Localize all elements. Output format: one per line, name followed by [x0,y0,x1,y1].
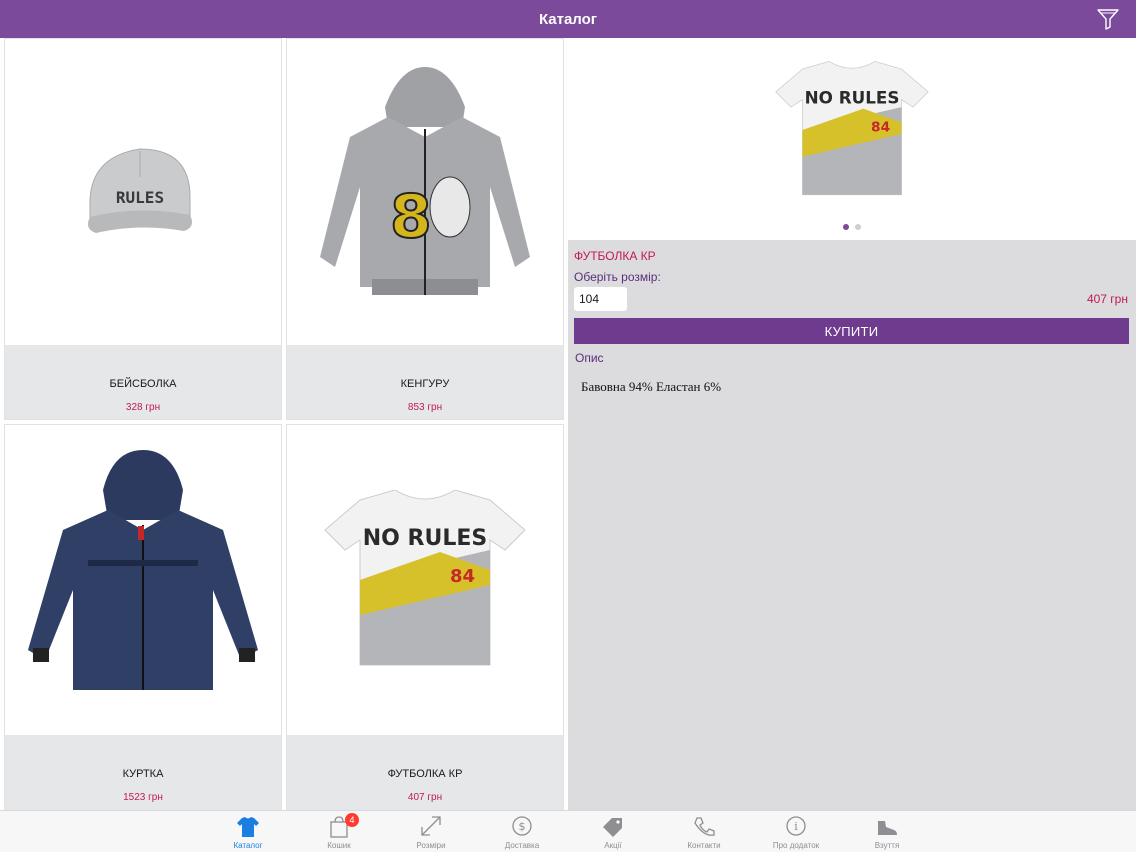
tab-cart[interactable]: 4 Кошик [304,811,374,853]
tab-contacts[interactable]: Контакти [669,811,739,853]
info-icon: i [786,816,806,836]
svg-text:8: 8 [390,182,432,252]
svg-text:NO RULES: NO RULES [805,87,900,107]
phone-icon [694,817,715,836]
tab-bar: Каталог 4 Кошик Розміри $ Доставка Акції… [0,810,1136,852]
delivery-icon: $ [512,816,532,836]
detail-price: 407 грн [1086,292,1128,306]
size-label: Оберіть розмір: [574,270,661,284]
tab-catalog[interactable]: Каталог [213,811,283,853]
tab-label: Про додаток [772,841,820,850]
resize-icon [421,816,441,836]
product-detail-panel: NO RULES 84 ФУТБОЛКА КР Оберіть розмір: … [568,38,1136,810]
tab-promotions[interactable]: Акції [578,811,648,853]
tab-delivery[interactable]: $ Доставка [487,811,557,853]
svg-text:NO RULES: NO RULES [363,526,487,551]
tab-shoes[interactable]: Взуття [852,811,922,853]
product-image: 8 [287,39,563,345]
product-price: 1523 грн [123,792,163,803]
product-card[interactable]: NO RULES 84 ФУТБОЛКА КР 407 грн [286,424,564,811]
product-image: NO RULES 84 [287,425,563,735]
product-info: ФУТБОЛКА КР 407 грн [287,735,563,811]
filter-icon[interactable] [1096,7,1120,31]
product-price: 407 грн [407,792,443,803]
product-info: КУРТКА 1523 грн [5,735,281,811]
product-grid: RULES БЕЙСБОЛКА 328 грн 8 КЕНГУРУ 853 гр… [0,38,566,811]
image-pager[interactable] [568,224,1136,230]
product-name: БЕЙСБОЛКА [109,378,177,390]
tab-sizes[interactable]: Розміри [396,811,466,853]
tab-label: Розміри [416,841,446,850]
tab-label: Кошик [327,841,351,850]
cart-badge: 4 [345,813,359,827]
buy-button[interactable]: КУПИТИ [574,318,1129,344]
tab-about[interactable]: i Про додаток [761,811,831,853]
product-card[interactable]: КУРТКА 1523 грн [4,424,282,811]
svg-text:RULES: RULES [116,188,164,207]
product-name: КЕНГУРУ [400,378,450,390]
navigation-bar: Каталог [0,0,1136,38]
product-name: ФУТБОЛКА КР [387,768,463,780]
product-card[interactable]: 8 КЕНГУРУ 853 грн [286,38,564,420]
page-title: Каталог [538,10,598,28]
tab-label: Контакти [687,841,721,850]
tab-label: Взуття [874,841,900,850]
product-card[interactable]: RULES БЕЙСБОЛКА 328 грн [4,38,282,420]
tab-label: Каталог [233,841,263,850]
tag-icon [603,818,622,837]
shirt-icon [237,817,259,837]
product-image [5,425,281,735]
svg-text:84: 84 [871,120,890,136]
product-detail-image[interactable]: NO RULES 84 [568,38,1136,240]
detail-product-name: ФУТБОЛКА КР [574,249,656,263]
description-text: Бавовна 94% Еластан 6% [581,379,722,394]
product-info: БЕЙСБОЛКА 328 грн [5,345,281,419]
svg-text:84: 84 [450,566,475,587]
product-info: КЕНГУРУ 853 грн [287,345,563,419]
product-price: 853 грн [407,402,443,413]
tab-label: Акції [604,841,622,850]
shoe-icon [878,821,897,835]
svg-text:i: i [794,820,798,833]
product-price: 328 грн [125,402,161,413]
pager-dot[interactable] [843,224,849,230]
pager-dot[interactable] [855,224,861,230]
description-label: Опис [575,351,604,365]
tab-label: Доставка [504,841,540,850]
product-image: RULES [5,39,281,345]
size-field[interactable] [574,287,627,311]
product-name: КУРТКА [122,768,164,780]
svg-text:$: $ [519,820,526,833]
